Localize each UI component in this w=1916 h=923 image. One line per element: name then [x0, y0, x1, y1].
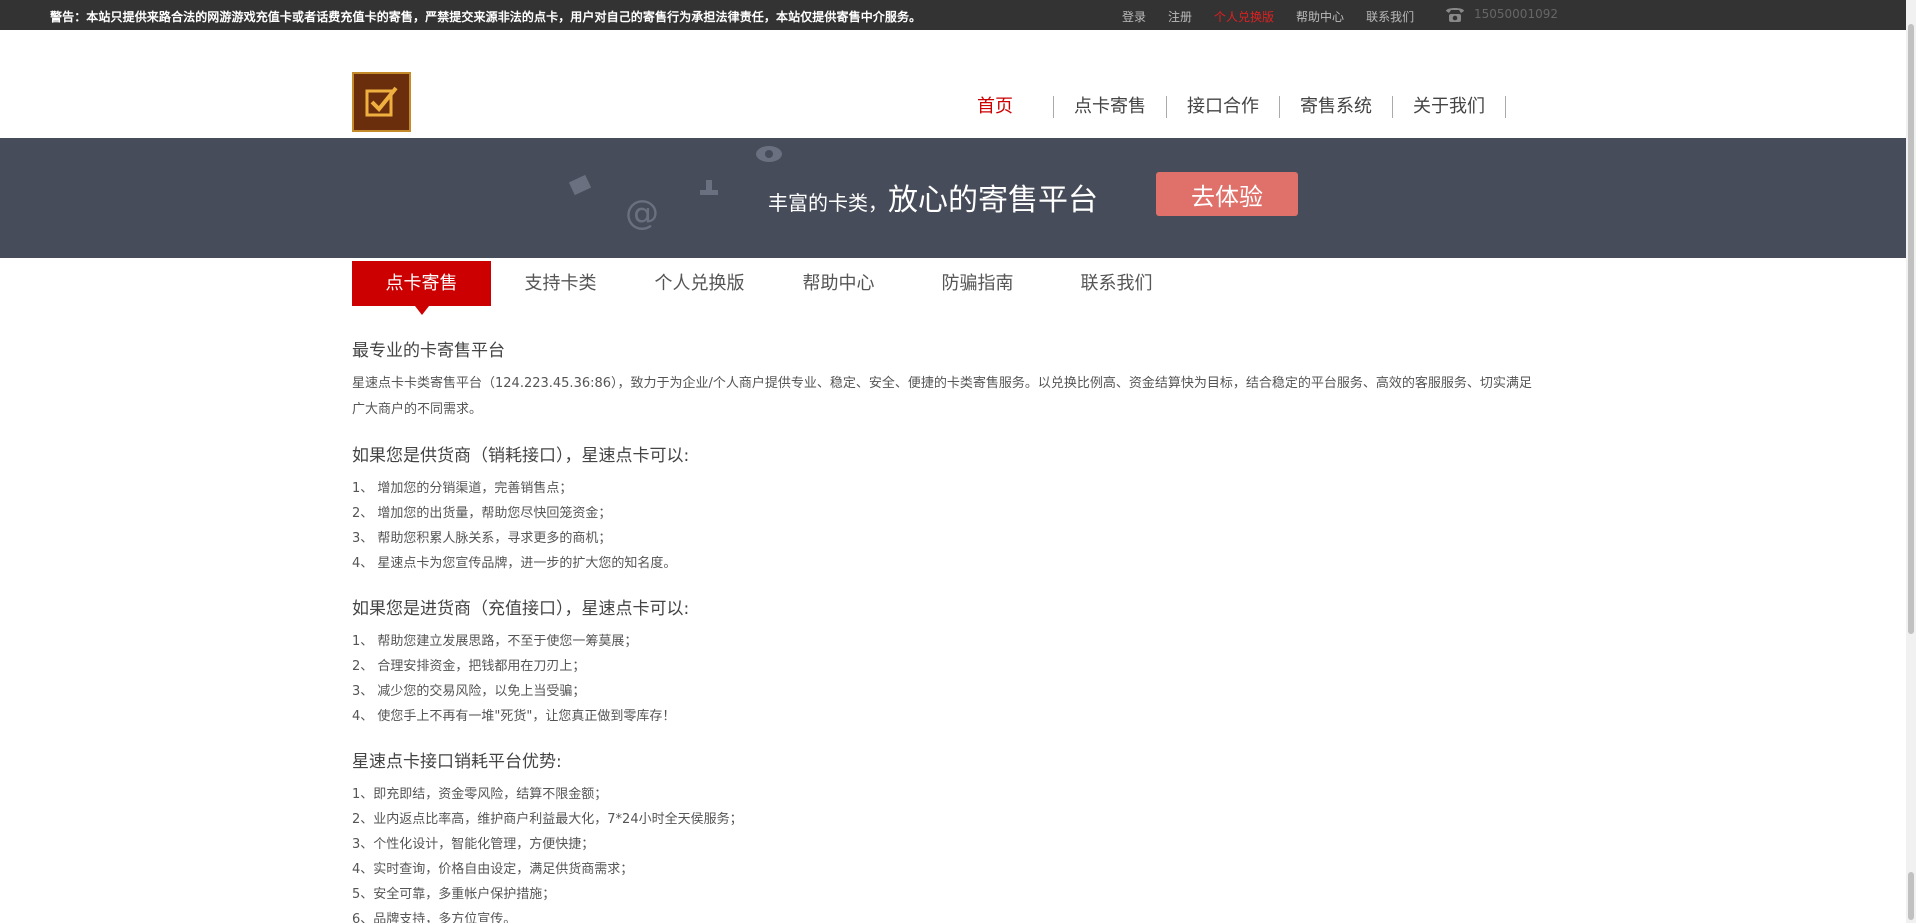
svg-text:@: @: [625, 193, 659, 232]
list-item: 3、 帮助您积累人脉关系，寻求更多的商机；: [352, 531, 612, 546]
tab-contact-us[interactable]: 联系我们: [1047, 261, 1186, 306]
section-title-buyer: 如果您是进货商（充值接口），星速点卡可以:: [352, 599, 690, 619]
decorative-card-icon: [568, 174, 592, 196]
nav-home[interactable]: 首页: [952, 96, 1054, 118]
list-item: 4、实时查询，价格自由设定，满足供货商需求；: [352, 862, 634, 877]
decorative-at-icon: @: [625, 193, 659, 232]
header: 首页 点卡寄售 接口合作 寄售系统 关于我们: [0, 30, 1906, 138]
advantages-list: 1、即充即结，资金零风险，结算不限金额； 2、业内返点比率高，维护商户利益最大化…: [352, 782, 1542, 923]
list-item: 6、品牌支持，多方位宣传。: [352, 912, 517, 923]
list-item: 1、即充即结，资金零风险，结算不限金额；: [352, 787, 608, 802]
nav-api-cooperation[interactable]: 接口合作: [1167, 96, 1280, 118]
nav-consign-system[interactable]: 寄售系统: [1280, 96, 1393, 118]
list-item: 3、 减少您的交易风险，以免上当受骗；: [352, 684, 586, 699]
tab-personal-exchange[interactable]: 个人兑换版: [630, 261, 769, 306]
list-item: 2、 增加您的出货量，帮助您尽快回笼资金；: [352, 506, 612, 521]
telephone-icon: [1446, 8, 1464, 22]
register-link[interactable]: 注册: [1168, 8, 1192, 25]
list-item: 3、个性化设计，智能化管理，方便快捷；: [352, 837, 595, 852]
content-title: 最专业的卡寄售平台: [352, 341, 505, 361]
list-item: 1、 帮助您建立发展思路，不至于使您一筹莫展；: [352, 634, 638, 649]
phone-contact: 15050001092: [1444, 5, 1558, 23]
tab-anti-fraud[interactable]: 防骗指南: [908, 261, 1047, 306]
page-scrollbar[interactable]: [1906, 0, 1916, 923]
list-item: 4、 星速点卡为您宣传品牌，进一步的扩大您的知名度。: [352, 556, 677, 571]
list-item: 5、安全可靠，多重帐户保护措施；: [352, 887, 556, 902]
nav-about-us[interactable]: 关于我们: [1393, 96, 1506, 118]
site-logo[interactable]: [352, 72, 411, 132]
slogan-small-text: 丰富的卡类，: [768, 191, 888, 215]
tab-help-center[interactable]: 帮助中心: [769, 261, 908, 306]
main-content: 最专业的卡寄售平台 星速点卡卡类寄售平台（124.223.45.36:86），致…: [352, 336, 1542, 923]
nav-card-consign[interactable]: 点卡寄售: [1054, 96, 1167, 118]
phone-number: 15050001092: [1474, 7, 1558, 21]
scrollbar-thumb[interactable]: [1908, 24, 1914, 634]
content-tabs: 点卡寄售 支持卡类 个人兑换版 帮助中心 防骗指南 联系我们: [352, 261, 1186, 315]
list-item: 1、 增加您的分销渠道，完善销售点；: [352, 481, 573, 496]
checkbox-logo-icon: [365, 86, 398, 117]
list-item: 4、 使您手上不再有一堆"死货"，让您真正做到零库存！: [352, 709, 676, 724]
intro-paragraph: 星速点卡卡类寄售平台（124.223.45.36:86），致力于为企业/个人商户…: [352, 376, 1532, 417]
section-title-advantages: 星速点卡接口销耗平台优势:: [352, 752, 562, 772]
supplier-benefits-list: 1、 增加您的分销渠道，完善销售点； 2、 增加您的出货量，帮助您尽快回笼资金；…: [352, 476, 1542, 576]
scrollbar-thumb-secondary[interactable]: [1908, 872, 1914, 920]
tab-card-consign[interactable]: 点卡寄售: [352, 261, 491, 315]
login-link[interactable]: 登录: [1122, 8, 1146, 25]
decorative-eye-icon: [756, 146, 782, 162]
main-nav: 首页 点卡寄售 接口合作 寄售系统 关于我们: [952, 96, 1506, 118]
help-center-link[interactable]: 帮助中心: [1296, 8, 1344, 25]
list-item: 2、 合理安排资金，把钱都用在刀刃上；: [352, 659, 586, 674]
decorative-stamp-icon: [700, 180, 718, 195]
try-now-button[interactable]: 去体验: [1156, 172, 1298, 216]
tab-supported-cards[interactable]: 支持卡类: [491, 261, 630, 306]
personal-exchange-link[interactable]: 个人兑换版: [1214, 8, 1274, 25]
promo-banner: @ 丰富的卡类，放心的寄售平台 去体验: [0, 138, 1906, 258]
slogan-big-text: 放心的寄售平台: [888, 183, 1098, 218]
section-title-supplier: 如果您是供货商（销耗接口），星速点卡可以:: [352, 446, 690, 466]
list-item: 2、业内返点比率高，维护商户利益最大化，7*24小时全天侯服务；: [352, 812, 743, 827]
top-links: 登录 注册 个人兑换版 帮助中心 联系我们: [1122, 8, 1436, 25]
top-warning-bar: 警告：本站只提供来路合法的网游游戏充值卡或者话费充值卡的寄售，严禁提交来源非法的…: [0, 0, 1906, 30]
legal-warning-text: 警告：本站只提供来路合法的网游游戏充值卡或者话费充值卡的寄售，严禁提交来源非法的…: [50, 10, 922, 24]
banner-slogan: 丰富的卡类，放心的寄售平台: [768, 175, 1098, 219]
contact-us-link[interactable]: 联系我们: [1366, 8, 1414, 25]
buyer-benefits-list: 1、 帮助您建立发展思路，不至于使您一筹莫展； 2、 合理安排资金，把钱都用在刀…: [352, 629, 1542, 729]
